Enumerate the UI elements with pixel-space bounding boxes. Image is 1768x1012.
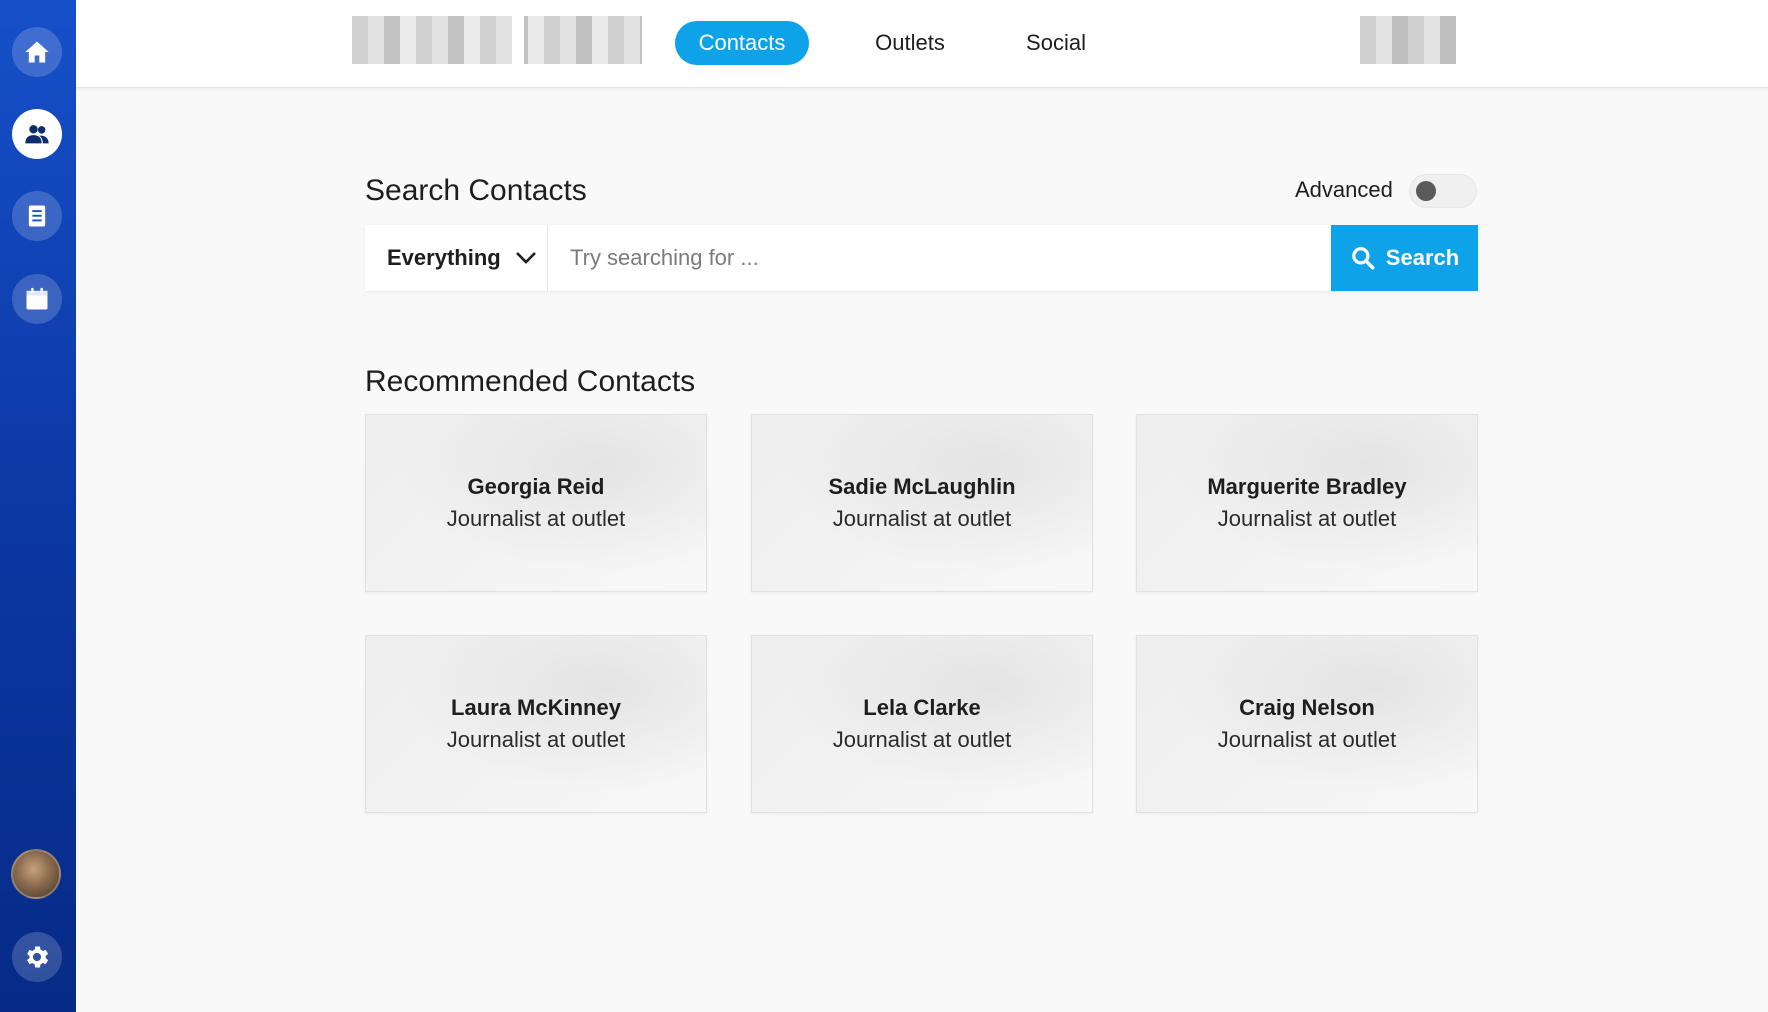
sidebar-item-documents[interactable] xyxy=(12,191,62,241)
contact-role: Journalist at outlet xyxy=(446,506,626,531)
advanced-toggle[interactable] xyxy=(1409,174,1477,208)
sidebar-item-contacts[interactable] xyxy=(12,109,62,159)
contact-name: Marguerite Bradley xyxy=(1207,474,1407,499)
search-input[interactable] xyxy=(548,225,1331,291)
contact-name: Laura McKinney xyxy=(451,695,621,720)
contact-card[interactable]: Sadie McLaughlin Journalist at outlet xyxy=(751,414,1093,592)
sidebar-item-home[interactable] xyxy=(12,27,62,77)
contact-card[interactable]: Lela Clarke Journalist at outlet xyxy=(751,635,1093,813)
contact-role: Journalist at outlet xyxy=(1217,727,1397,752)
gear-icon xyxy=(27,946,49,968)
recommended-title: Recommended Contacts xyxy=(365,365,696,398)
contact-name: Lela Clarke xyxy=(863,695,981,720)
top-bar: Contacts Outlets Social xyxy=(76,0,1768,88)
tab-contacts[interactable]: Contacts xyxy=(675,21,809,65)
tab-outlets[interactable]: Outlets xyxy=(850,21,970,65)
contact-role: Journalist at outlet xyxy=(1217,506,1397,531)
contact-role: Journalist at outlet xyxy=(832,506,1012,531)
search-icon xyxy=(1351,247,1375,270)
sidebar xyxy=(0,0,76,1012)
search-bar: Everything Search xyxy=(365,225,1478,291)
scope-label: Everything xyxy=(387,245,501,270)
sidebar-item-calendar[interactable] xyxy=(12,274,62,324)
search-button[interactable]: Search xyxy=(1331,225,1478,291)
chevron-down-icon xyxy=(515,252,536,264)
brand-logo[interactable] xyxy=(352,16,642,64)
contact-card[interactable]: Marguerite Bradley Journalist at outlet xyxy=(1136,414,1478,592)
search-title: Search Contacts xyxy=(365,174,587,207)
contact-role: Journalist at outlet xyxy=(832,727,1012,752)
contact-name: Georgia Reid xyxy=(467,474,605,499)
toggle-knob xyxy=(1416,181,1436,201)
account-logo[interactable] xyxy=(1360,16,1456,64)
contact-card[interactable]: Laura McKinney Journalist at outlet xyxy=(365,635,707,813)
document-icon xyxy=(28,205,46,227)
contact-name: Sadie McLaughlin xyxy=(828,474,1016,499)
contact-card[interactable]: Georgia Reid Journalist at outlet xyxy=(365,414,707,592)
contact-name: Craig Nelson xyxy=(1239,695,1375,720)
contact-card[interactable]: Craig Nelson Journalist at outlet xyxy=(1136,635,1478,813)
scope-dropdown[interactable]: Everything xyxy=(365,225,548,291)
advanced-label: Advanced xyxy=(1295,177,1393,202)
contact-role: Journalist at outlet xyxy=(446,727,626,752)
tab-social[interactable]: Social xyxy=(1006,21,1106,65)
home-icon xyxy=(25,41,49,63)
search-button-label: Search xyxy=(1385,245,1460,270)
calendar-icon xyxy=(26,287,48,310)
avatar[interactable] xyxy=(11,849,61,899)
settings-button[interactable] xyxy=(12,932,62,982)
contacts-icon xyxy=(25,125,49,144)
